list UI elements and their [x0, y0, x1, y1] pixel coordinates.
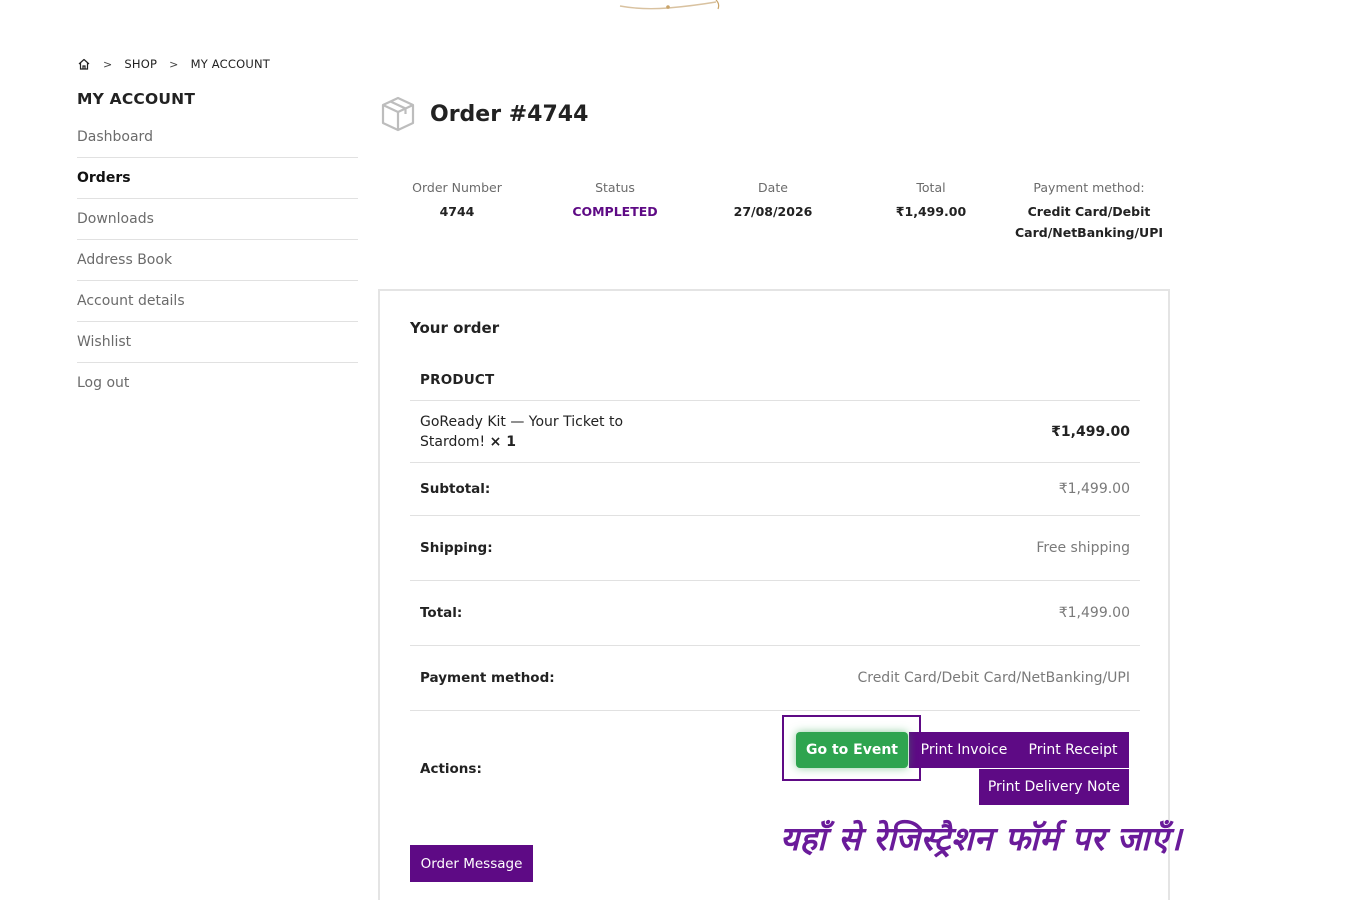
order-message-button[interactable]: Order Message [410, 845, 533, 882]
product-column-header: PRODUCT [420, 371, 495, 388]
overview-status: Status COMPLETED [536, 180, 694, 245]
subtotal-value: ₹1,499.00 [1058, 481, 1130, 497]
page-title: Order #4744 [430, 101, 589, 127]
sidebar-item-dashboard[interactable]: Dashboard [77, 117, 358, 158]
account-sidebar: MY ACCOUNT Dashboard Orders Downloads Ad… [77, 90, 358, 404]
sidebar-title: MY ACCOUNT [77, 90, 196, 108]
breadcrumb-shop[interactable]: SHOP [124, 57, 157, 71]
payment-label: Payment method: [1033, 180, 1145, 195]
order-total-label: Total: [420, 605, 463, 621]
date-value: 27/08/2026 [733, 204, 813, 219]
annotation-text: यहाँ से रेजिस्ट्रैशन फॉर्म पर जाएँ। [780, 819, 1182, 858]
overview-order-number: Order Number 4744 [378, 180, 536, 245]
account-nav: Dashboard Orders Downloads Address Book … [77, 117, 358, 404]
breadcrumb: > SHOP > MY ACCOUNT [77, 56, 270, 72]
sidebar-item-log-out[interactable]: Log out [77, 363, 358, 404]
order-number-value: 4744 [439, 204, 475, 219]
site-logo[interactable] [612, 0, 724, 12]
shipping-value: Free shipping [1036, 540, 1130, 556]
shipping-label: Shipping: [420, 540, 493, 556]
print-invoice-button[interactable]: Print Invoice [909, 732, 1019, 768]
home-icon[interactable] [77, 57, 91, 71]
status-label: Status [595, 180, 635, 195]
total-value: ₹1,499.00 [895, 204, 967, 219]
sidebar-item-wishlist[interactable]: Wishlist [77, 322, 358, 363]
total-label: Total [916, 180, 946, 195]
table-header-row: PRODUCT [410, 359, 1140, 401]
product-quantity: × 1 [489, 433, 516, 450]
overview-payment: Payment method: Credit Card/Debit Card/N… [1010, 180, 1168, 245]
total-row: Total: ₹1,499.00 [410, 581, 1140, 646]
date-label: Date [758, 180, 788, 195]
table-row: GoReady Kit — Your Ticket to Stardom! × … [410, 401, 1140, 463]
sidebar-item-orders[interactable]: Orders [77, 158, 358, 199]
shipping-row: Shipping: Free shipping [410, 516, 1140, 581]
actions-label: Actions: [420, 761, 482, 777]
sidebar-item-address-book[interactable]: Address Book [77, 240, 358, 281]
status-badge: COMPLETED [572, 204, 658, 219]
subtotal-row: Subtotal: ₹1,499.00 [410, 463, 1140, 516]
order-details-box: Your order PRODUCT GoReady Kit — Your Ti… [378, 289, 1170, 900]
chevron-right-icon: > [169, 57, 179, 71]
payment-method-row: Payment method: Credit Card/Debit Card/N… [410, 646, 1140, 711]
order-number-label: Order Number [412, 180, 502, 195]
chevron-right-icon: > [103, 57, 113, 71]
order-header: Order #4744 [380, 95, 588, 133]
order-actions: Print Invoice Print Receipt Print Delive… [782, 715, 1142, 810]
product-name: GoReady Kit — Your Ticket to Stardom! × … [420, 412, 650, 452]
sidebar-item-downloads[interactable]: Downloads [77, 199, 358, 240]
breadcrumb-my-account[interactable]: MY ACCOUNT [191, 57, 270, 71]
sidebar-item-account-details[interactable]: Account details [77, 281, 358, 322]
order-total-value: ₹1,499.00 [1058, 605, 1130, 621]
payment-value-line2: Card/NetBanking/UPI [1014, 225, 1164, 240]
order-overview: Order Number 4744 Status COMPLETED Date … [378, 180, 1168, 245]
payment-method-label: Payment method: [420, 670, 555, 686]
overview-total: Total ₹1,499.00 [852, 180, 1010, 245]
product-name-line2[interactable]: Stardom! [420, 434, 485, 450]
print-receipt-button[interactable]: Print Receipt [1017, 732, 1129, 768]
print-delivery-note-button[interactable]: Print Delivery Note [979, 769, 1129, 805]
payment-method-value: Credit Card/Debit Card/NetBanking/UPI [857, 670, 1130, 686]
product-price: ₹1,499.00 [1051, 423, 1130, 440]
product-name-line1[interactable]: GoReady Kit — Your Ticket to [420, 414, 623, 430]
subtotal-label: Subtotal: [420, 481, 491, 497]
box-icon [381, 96, 415, 132]
your-order-heading: Your order [410, 319, 500, 337]
go-to-event-button[interactable]: Go to Event [796, 732, 908, 768]
overview-date: Date 27/08/2026 [694, 180, 852, 245]
